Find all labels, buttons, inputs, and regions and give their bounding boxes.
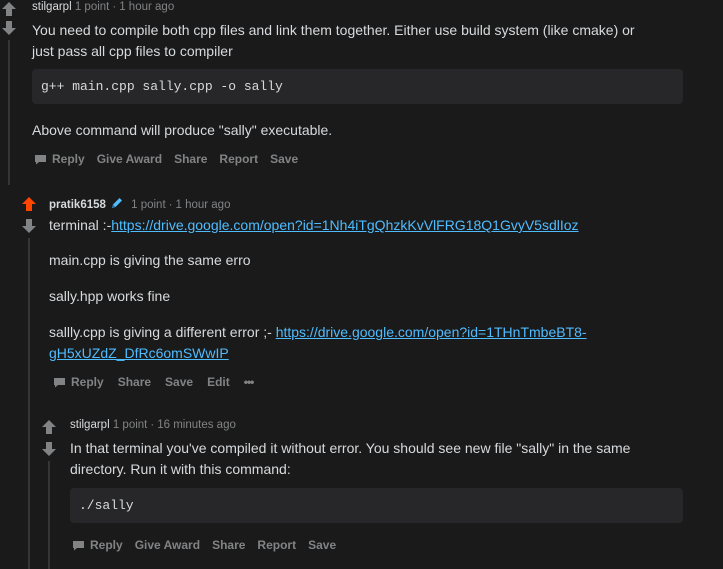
code-text: ./sally [79,498,134,513]
thread-line[interactable] [8,40,10,185]
points: 1 point [74,1,110,13]
reply-label: Reply [90,538,123,552]
downvote-icon[interactable] [41,441,57,457]
give-award-button[interactable]: Give Award [97,152,162,166]
upvote-icon[interactable] [1,1,17,17]
comment-text-line: main.cpp is giving the same erro [49,252,251,268]
timestamp[interactable]: 16 minutes ago [157,419,236,431]
thread-line[interactable] [48,461,50,569]
comment-actions: Reply Share Save Edit ••• [53,375,255,389]
author-name[interactable]: stilgarpl [32,1,72,13]
reply-label: Reply [71,375,104,389]
comment-text-line: sallly.cpp is giving a different error ;… [49,322,587,343]
error-link[interactable]: gH5xUZdZ_DfRc6omSWwIP [49,345,229,361]
comment-actions: Reply Give Award Share Report Save [72,538,336,552]
timestamp[interactable]: 1 hour ago [175,199,230,211]
error-label: sallly.cpp is giving a different error ;… [49,324,276,340]
points: 1 point [131,199,166,211]
thread-line[interactable] [28,238,30,569]
reply-label: Reply [52,152,85,166]
terminal-label: terminal :- [49,217,112,233]
comment-text-line: terminal :-https://drive.google.com/open… [49,215,579,236]
give-award-button[interactable]: Give Award [135,538,200,552]
comment-text-line: Above command will produce "sally" execu… [32,122,333,138]
comment-bubble-icon [54,377,65,387]
downvote-icon[interactable] [1,20,17,36]
error-link[interactable]: https://drive.google.com/open?id=1THnTmb… [276,324,587,340]
comment-meta: pratik6158 1 point · 1 hour ago [49,196,230,211]
reply-button[interactable]: Reply [53,375,104,389]
reply-button[interactable]: Reply [72,538,123,552]
upvote-icon[interactable] [21,196,37,212]
author-name[interactable]: pratik6158 [49,199,106,211]
save-button[interactable]: Save [308,538,336,552]
more-options-button[interactable]: ••• [244,375,255,389]
comment-meta: stilgarpl 1 point · 1 hour ago [32,1,175,13]
comment-text-line: just pass all cpp files to compiler [32,43,233,59]
comment-text-line: sally.hpp works fine [49,288,171,304]
share-button[interactable]: Share [118,375,151,389]
report-button[interactable]: Report [257,538,296,552]
code-block: ./sally [70,488,683,523]
comment-bubble-icon [35,154,46,164]
comment-bubble-icon [73,540,84,550]
save-button[interactable]: Save [165,375,193,389]
code-text: g++ main.cpp sally.cpp -o sally [41,79,283,94]
comment-meta: stilgarpl 1 point · 16 minutes ago [70,419,236,431]
comment-body: You need to compile both cpp files and l… [32,20,692,62]
code-block: g++ main.cpp sally.cpp -o sally [32,69,683,104]
terminal-link[interactable]: https://drive.google.com/open?id=1Nh4iTg… [111,217,578,233]
pencil-icon [111,198,122,208]
reply-button[interactable]: Reply [34,152,85,166]
comment-actions: Reply Give Award Share Report Save [34,152,298,166]
comment-text-line: directory. Run it with this command: [70,461,291,477]
comment-text-line: gH5xUZdZ_DfRc6omSWwIP [49,343,229,364]
timestamp[interactable]: 1 hour ago [119,1,174,13]
comment-text-line: You need to compile both cpp files and l… [32,22,635,38]
comment-text-line: In that terminal you've compiled it with… [70,440,631,456]
save-button[interactable]: Save [270,152,298,166]
report-button[interactable]: Report [219,152,258,166]
points: 1 point [112,419,148,431]
author-name[interactable]: stilgarpl [70,419,110,431]
downvote-icon[interactable] [21,218,37,234]
upvote-icon[interactable] [41,419,57,435]
share-button[interactable]: Share [212,538,245,552]
share-button[interactable]: Share [174,152,207,166]
comment-body: In that terminal you've compiled it with… [70,438,710,480]
edit-button[interactable]: Edit [207,375,230,389]
